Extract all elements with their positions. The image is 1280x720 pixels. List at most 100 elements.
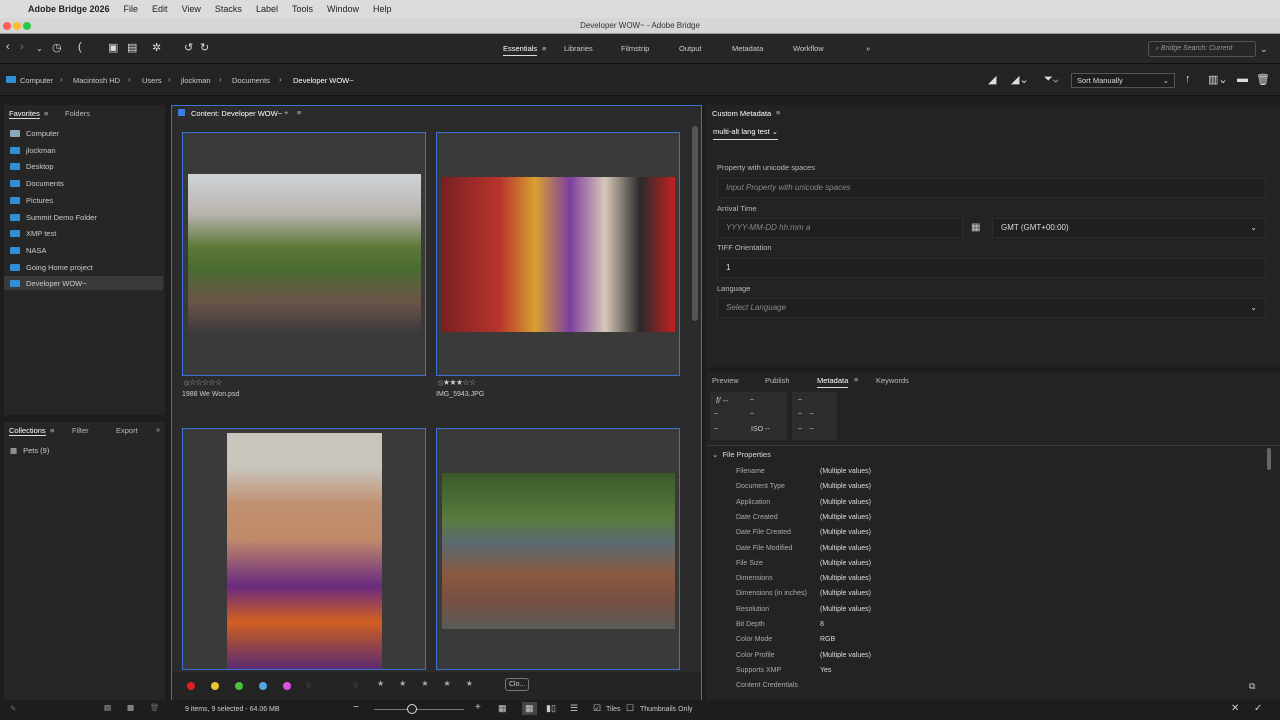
back-icon[interactable]: ‹ — [6, 41, 10, 53]
more-panels-icon[interactable]: » — [156, 425, 160, 434]
refine-icon[interactable]: ▤ — [127, 41, 137, 54]
thumbnail-view-icon[interactable]: ▦ — [522, 702, 537, 715]
panel-menu-icon[interactable]: ≡ — [297, 108, 301, 117]
label-blue-button[interactable] — [259, 682, 267, 690]
rotate-left-icon[interactable]: ↺ — [184, 41, 193, 54]
favorite-item[interactable]: Summit Demo Folder — [10, 213, 97, 222]
thumbnail-portrait[interactable] — [182, 428, 426, 670]
menu-view[interactable]: View — [182, 4, 201, 14]
forward-icon[interactable]: › — [20, 41, 24, 53]
details-view-icon[interactable]: ▮▯ — [546, 703, 556, 714]
tiles-checkbox[interactable]: ☑ — [593, 703, 601, 714]
menu-help[interactable]: Help — [373, 4, 392, 14]
tab-metadata[interactable]: Metadata — [817, 376, 849, 388]
breadcrumb-users[interactable]: Users — [142, 76, 162, 85]
more-workspaces-icon[interactable]: » — [866, 44, 870, 53]
workspace-output[interactable]: Output — [679, 44, 702, 53]
list-view-icon[interactable]: ☰ — [570, 703, 578, 714]
tiff-orientation-input[interactable]: 1 — [717, 258, 1266, 278]
history-icon[interactable]: ◷ — [52, 41, 62, 54]
workspace-menu-icon[interactable]: ≡ — [542, 44, 546, 53]
thumbnail-size-slider[interactable] — [374, 709, 464, 710]
favorite-item[interactable]: XMP test — [10, 229, 56, 238]
tab-keywords[interactable]: Keywords — [876, 376, 909, 385]
open-recent-folder-icon[interactable]: ▥⌄ — [1208, 73, 1228, 86]
tab-favorites[interactable]: Favorites — [9, 109, 40, 119]
favorite-item[interactable]: Developer WOW~ — [4, 276, 163, 291]
breadcrumb-macintosh-hd[interactable]: Macintosh HD — [73, 76, 120, 85]
delete-icon[interactable]: 🗑 — [1256, 73, 1270, 86]
rating-stars[interactable]: ⦸★★★☆☆ — [438, 378, 476, 388]
slider-handle[interactable] — [407, 704, 417, 714]
timezone-dropdown[interactable]: GMT (GMT+00:00) ⌄ — [992, 218, 1266, 238]
app-menu[interactable]: Adobe Bridge 2026 — [28, 4, 110, 14]
schema-dropdown[interactable]: multi-alt lang test ⌄ — [713, 127, 779, 140]
new-folder-icon[interactable]: ▬ — [1237, 73, 1248, 85]
panel-menu-icon[interactable]: ≡ — [854, 375, 858, 384]
label-green-button[interactable] — [235, 682, 243, 690]
close-filter-button[interactable]: Clo... — [505, 678, 530, 691]
open-recent-icon[interactable]: ✲ — [152, 41, 161, 54]
tab-custom-metadata[interactable]: Custom Metadata — [712, 109, 771, 118]
delete-collection-icon[interactable]: 🗑 — [150, 703, 160, 712]
tab-folders[interactable]: Folders — [65, 109, 90, 118]
recent-chevron-icon[interactable]: ⌄ — [36, 44, 43, 53]
rotate-right-icon[interactable]: ↻ — [200, 41, 209, 54]
label-red-button[interactable] — [187, 682, 195, 690]
label-yellow-button[interactable] — [211, 682, 219, 690]
new-smart-collection-icon[interactable]: ▤ — [104, 703, 111, 712]
favorite-item[interactable]: NASA — [10, 246, 46, 255]
menu-window[interactable]: Window — [327, 4, 359, 14]
edit-icon[interactable]: ✎ — [10, 704, 16, 713]
tab-export[interactable]: Export — [116, 426, 138, 435]
rotate-icon[interactable]: ( — [78, 41, 82, 53]
thumbnail-haunted[interactable] — [436, 428, 680, 670]
menu-label[interactable]: Label — [256, 4, 278, 14]
tab-content[interactable]: Content: Developer WOW~ — [191, 109, 282, 118]
cancel-icon[interactable]: ✕ — [1231, 703, 1239, 714]
apply-icon[interactable]: ✓ — [1254, 703, 1262, 714]
label-purple-button[interactable] — [283, 682, 291, 690]
workspace-filmstrip[interactable]: Filmstrip — [621, 44, 649, 53]
camera-import-icon[interactable]: ▣ — [108, 41, 118, 54]
content-scrollbar[interactable] — [692, 126, 698, 321]
collection-pets[interactable]: ▦ Pets (9) — [10, 446, 49, 455]
calendar-icon[interactable]: ▦ — [971, 222, 980, 233]
thumbnail-1988-we-won[interactable] — [182, 132, 426, 376]
zoom-out-icon[interactable]: − — [353, 702, 359, 713]
arrival-time-input[interactable]: YYYY-MM-DD hh:mm a — [717, 218, 963, 238]
tab-publish[interactable]: Publish — [765, 376, 790, 385]
menu-file[interactable]: File — [124, 4, 139, 14]
open-external-icon[interactable]: ⧉ — [1249, 681, 1255, 692]
add-tab-icon[interactable]: + — [284, 108, 288, 117]
workspace-libraries[interactable]: Libraries — [564, 44, 593, 53]
favorite-item[interactable]: Computer — [10, 129, 59, 138]
zoom-in-icon[interactable]: + — [475, 702, 481, 713]
sort-dropdown[interactable]: Sort Manually ⌄ — [1071, 73, 1175, 88]
favorite-item[interactable]: jlockman — [10, 146, 56, 155]
thumbnail-quality-icon[interactable]: ◢⌄ — [1011, 73, 1029, 86]
breadcrumb-documents[interactable]: Documents — [232, 76, 270, 85]
rating-filter-stars[interactable]: ★★★★★ — [377, 679, 488, 688]
search-options-chevron-icon[interactable]: ⌄ — [1260, 44, 1268, 55]
sort-ascending-icon[interactable]: ↑ — [1185, 73, 1191, 85]
no-rating-icon[interactable]: ⦸ — [353, 680, 358, 690]
breadcrumb-developer-wow[interactable]: Developer WOW~ — [293, 76, 354, 85]
breadcrumb-jlockman[interactable]: jlockman — [181, 76, 211, 85]
minimize-window-button[interactable] — [13, 22, 21, 30]
rating-stars[interactable]: ⦸☆☆☆☆☆ — [184, 378, 222, 388]
workspace-essentials[interactable]: Essentials — [503, 44, 538, 56]
filter-items-icon[interactable]: ⏷⌄ — [1044, 73, 1059, 86]
favorite-item[interactable]: Going Home project — [10, 263, 93, 272]
file-properties-section[interactable]: ⌄ File Properties — [712, 450, 771, 459]
breadcrumb-computer[interactable]: Computer — [20, 76, 53, 85]
metadata-scrollbar[interactable] — [1267, 448, 1271, 470]
menu-stacks[interactable]: Stacks — [215, 4, 242, 14]
new-collection-icon[interactable]: ▦ — [127, 703, 134, 712]
zoom-window-button[interactable] — [23, 22, 31, 30]
tab-filter[interactable]: Filter — [72, 426, 89, 435]
thumbnails-only-checkbox[interactable]: ☐ — [626, 703, 634, 714]
quality-icon[interactable]: ◢ — [988, 73, 996, 86]
language-dropdown[interactable]: Select Language ⌄ — [717, 298, 1266, 318]
menu-edit[interactable]: Edit — [152, 4, 168, 14]
